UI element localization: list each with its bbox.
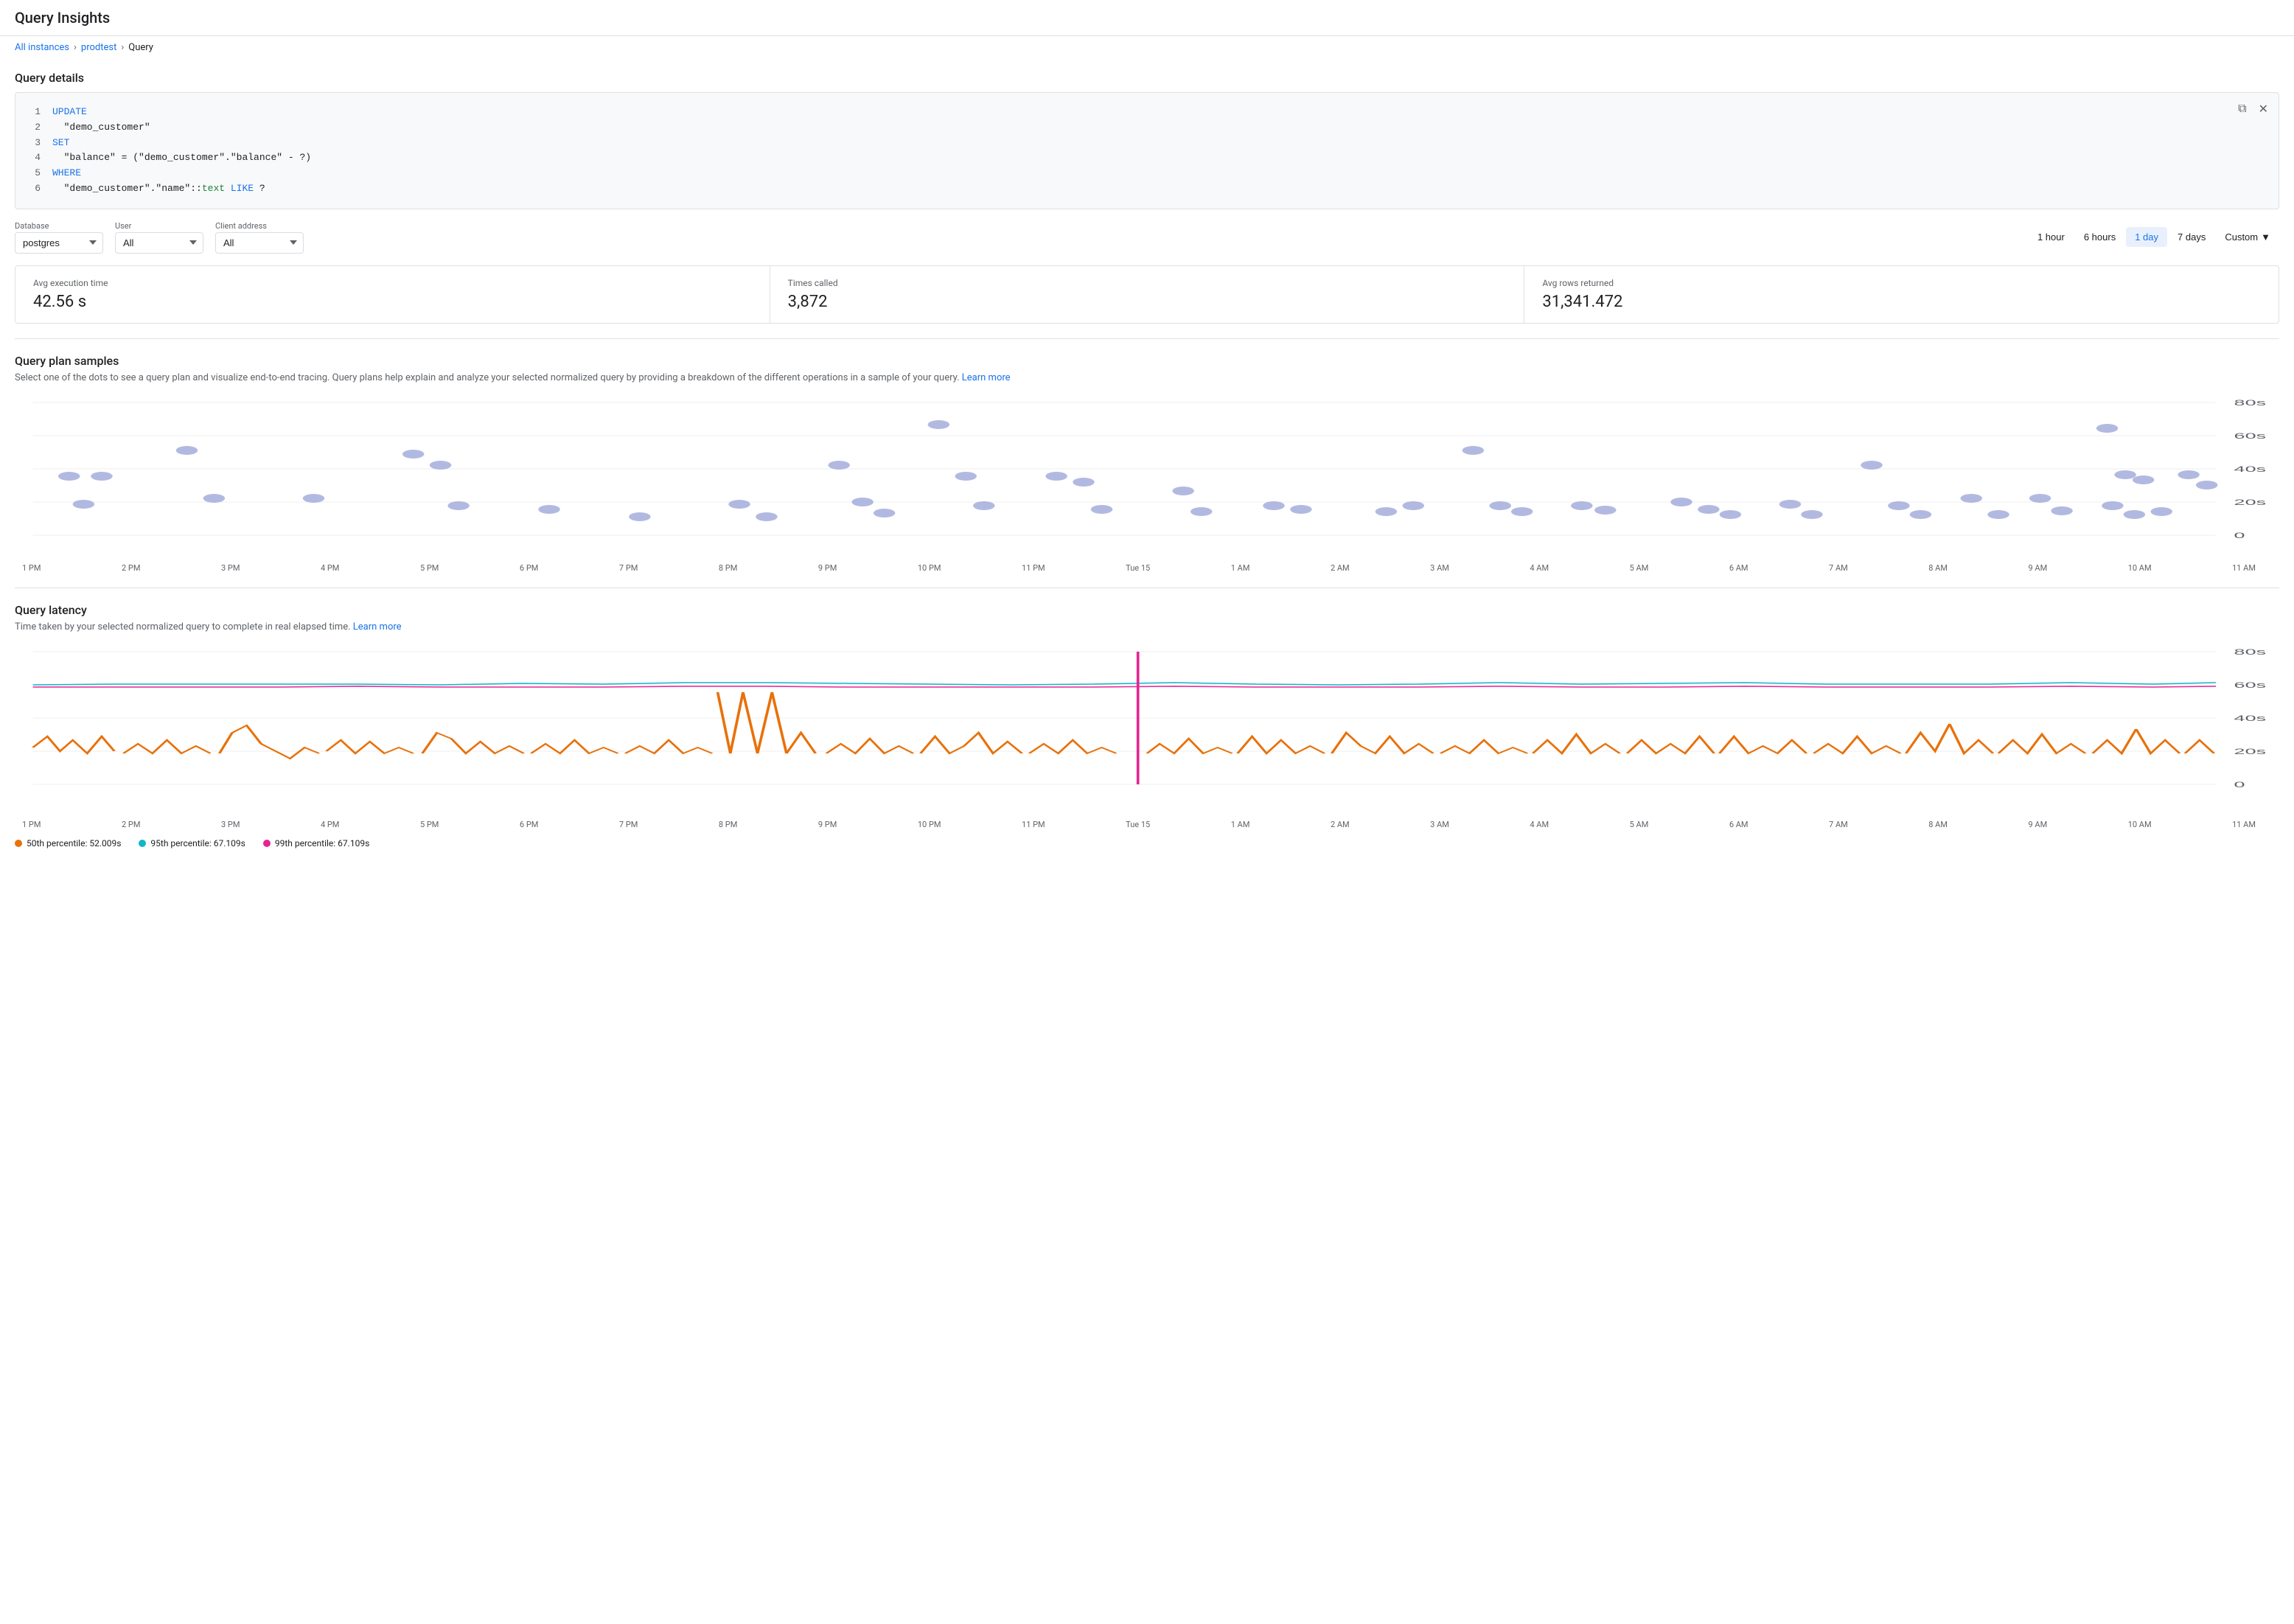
query-latency-title: Query latency [15,603,2279,617]
time-1day[interactable]: 1 day [2126,227,2167,247]
legend-50th: 50th percentile: 52.009s [15,838,121,848]
breadcrumb-prodtest[interactable]: prodtest [81,42,116,53]
client-select[interactable]: All [215,232,304,254]
scatter-chart-container: 80s 60s 40s 20s 0 [15,395,2279,573]
stat-avg-rows: Avg rows returned 31,341.472 [1524,266,2279,323]
stat-avg-execution-value: 42.56 s [33,293,752,311]
user-label: User [115,221,203,231]
code-line-5: 5WHERE [27,166,2267,181]
breadcrumb-current: Query [128,42,153,53]
legend-label-50th: 50th percentile: 52.009s [27,838,121,848]
scatter-x-labels: 1 PM 2 PM 3 PM 4 PM 5 PM 6 PM 7 PM 8 PM … [15,560,2279,573]
code-line-1: 1UPDATE [27,105,2267,120]
chevron-down-icon: ▼ [2261,231,2270,243]
code-line-4: 4 "balance" = ("demo_customer"."balance"… [27,150,2267,166]
stat-avg-execution-label: Avg execution time [33,278,752,288]
stat-avg-execution: Avg execution time 42.56 s [15,266,770,323]
stat-avg-rows-value: 31,341.472 [1542,293,2261,311]
svg-text:60s: 60s [2234,680,2267,689]
app-header: Query Insights [0,0,2294,36]
time-6hours[interactable]: 6 hours [2075,227,2124,247]
latency-chart-container: 80s 60s 40s 20s 0 [15,644,2279,829]
svg-text:40s: 40s [2234,464,2267,473]
query-latency-desc: Time taken by your selected normalized q… [15,621,2279,632]
time-custom[interactable]: Custom ▼ [2216,227,2279,247]
svg-text:60s: 60s [2234,431,2267,440]
filters-row: Database postgres User All Client addres… [15,221,2279,254]
svg-text:80s: 80s [2234,398,2267,407]
divider-1 [15,338,2279,339]
query-plan-learn-more[interactable]: Learn more [962,372,1011,383]
svg-text:0: 0 [2234,780,2245,789]
legend-dot-99th [263,840,271,847]
latency-learn-more[interactable]: Learn more [353,621,402,632]
latency-x-labels: 1 PM 2 PM 3 PM 4 PM 5 PM 6 PM 7 PM 8 PM … [15,817,2279,829]
stat-avg-rows-label: Avg rows returned [1542,278,2261,288]
breadcrumb-sep-2: › [121,42,124,53]
copy-button[interactable]: ⧉ [2235,100,2249,118]
scatter-chart-svg: 80s 60s 40s 20s 0 [15,395,2279,557]
latency-chart-svg: 80s 60s 40s 20s 0 [15,644,2279,814]
time-7days[interactable]: 7 days [2169,227,2214,247]
query-plan-desc: Select one of the dots to see a query pl… [15,372,2279,383]
svg-text:40s: 40s [2234,714,2267,722]
database-label: Database [15,221,103,231]
client-label: Client address [215,221,304,231]
svg-text:80s: 80s [2234,647,2267,656]
database-select[interactable]: postgres [15,232,103,254]
svg-text:0: 0 [2234,531,2245,540]
query-plan-section: Query plan samples Select one of the dot… [15,354,2279,573]
breadcrumb: All instances › prodtest › Query [0,36,2294,59]
legend-99th: 99th percentile: 67.109s [263,838,369,848]
breadcrumb-sep-1: › [74,42,77,53]
stats-row: Avg execution time 42.56 s Times called … [15,265,2279,324]
legend-row: 50th percentile: 52.009s 95th percentile… [15,838,2279,848]
time-range-buttons: 1 hour 6 hours 1 day 7 days Custom ▼ [2029,227,2279,247]
user-filter: User All [115,221,203,254]
legend-label-99th: 99th percentile: 67.109s [275,838,369,848]
code-line-3: 3SET [27,136,2267,151]
legend-95th: 95th percentile: 67.109s [139,838,245,848]
query-code-box: ⧉ ✕ 1UPDATE 2 "demo_customer" 3SET 4 "ba… [15,92,2279,209]
svg-text:20s: 20s [2234,747,2267,756]
legend-label-95th: 95th percentile: 67.109s [150,838,245,848]
stat-times-called: Times called 3,872 [770,266,1525,323]
query-details-title: Query details [15,71,2279,85]
stat-times-called-label: Times called [788,278,1507,288]
query-latency-section: Query latency Time taken by your selecte… [15,603,2279,848]
time-1hour[interactable]: 1 hour [2029,227,2074,247]
app-title: Query Insights [15,9,110,27]
svg-text:20s: 20s [2234,498,2267,506]
legend-dot-50th [15,840,22,847]
query-plan-title: Query plan samples [15,354,2279,368]
main-content: Query details ⧉ ✕ 1UPDATE 2 "demo_custom… [0,71,2294,878]
stat-times-called-value: 3,872 [788,293,1507,311]
code-line-2: 2 "demo_customer" [27,120,2267,136]
database-filter: Database postgres [15,221,103,254]
custom-label: Custom [2225,231,2258,243]
code-line-6: 6 "demo_customer"."name"::text LIKE ? [27,181,2267,197]
user-select[interactable]: All [115,232,203,254]
legend-dot-95th [139,840,146,847]
client-filter: Client address All [215,221,304,254]
close-button[interactable]: ✕ [2256,100,2271,118]
code-actions: ⧉ ✕ [2235,100,2271,118]
breadcrumb-all-instances[interactable]: All instances [15,42,69,53]
